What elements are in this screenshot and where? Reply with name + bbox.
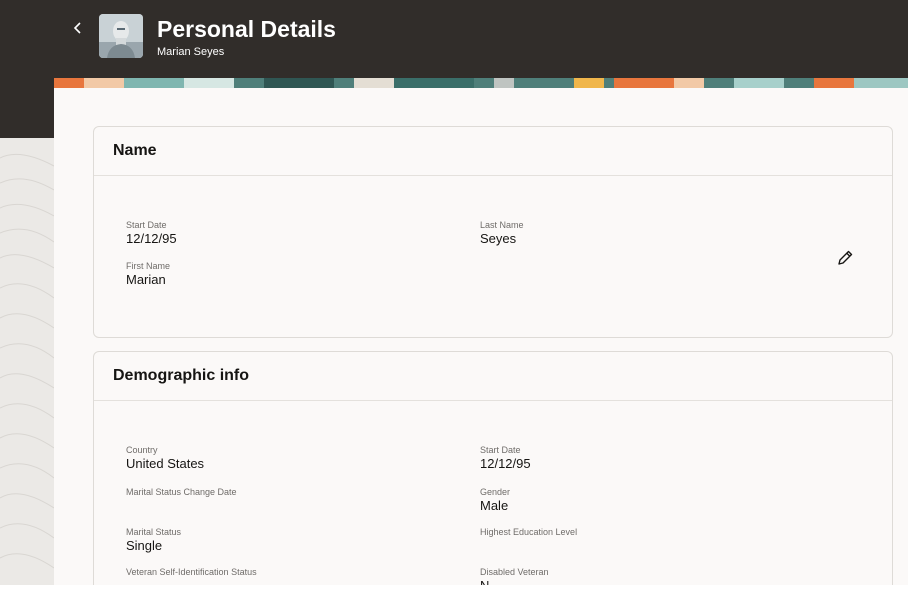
field-value: Male bbox=[480, 498, 509, 513]
field-gender: Gender Male bbox=[480, 487, 510, 514]
main-content: Name Start Date 12/12/95 Last Name Seyes… bbox=[54, 78, 908, 585]
field-label: Country bbox=[126, 445, 158, 455]
name-card: Name Start Date 12/12/95 Last Name Seyes… bbox=[93, 126, 893, 338]
page-subtitle: Marian Seyes bbox=[157, 46, 225, 58]
name-card-header: Name bbox=[94, 127, 892, 176]
field-veteran-self-identification-status: Veteran Self-Identification Status bbox=[126, 567, 257, 578]
field-last-name: Last Name Seyes bbox=[480, 220, 524, 247]
name-card-title: Name bbox=[113, 142, 157, 159]
field-first-name: First Name Marian bbox=[126, 261, 170, 288]
page-title: Personal Details bbox=[157, 16, 336, 42]
wave-pattern bbox=[0, 153, 54, 569]
field-label: Highest Education Level bbox=[480, 527, 578, 537]
field-value: 12/12/95 bbox=[480, 456, 531, 471]
chevron-left-icon bbox=[73, 22, 81, 34]
field-disabled-veteran: Disabled Veteran N bbox=[480, 567, 549, 585]
banner-strip bbox=[54, 78, 908, 88]
demographic-card-header: Demographic info bbox=[94, 352, 892, 401]
field-label: First Name bbox=[126, 261, 171, 271]
field-value: 12/12/95 bbox=[126, 231, 177, 246]
user-avatar-icon bbox=[99, 14, 143, 58]
field-value: United States bbox=[126, 456, 205, 471]
background-decoration bbox=[0, 138, 54, 585]
field-label: Disabled Veteran bbox=[480, 567, 549, 577]
field-highest-education-level: Highest Education Level bbox=[480, 527, 577, 538]
field-value: Seyes bbox=[480, 231, 517, 246]
bottom-band bbox=[0, 585, 908, 597]
edit-name-button[interactable] bbox=[833, 246, 857, 270]
field-label: Start Date bbox=[480, 445, 521, 455]
field-value: Single bbox=[126, 538, 163, 553]
field-label: Marital Status bbox=[126, 527, 182, 537]
demographic-card: Demographic info Country United States S… bbox=[93, 351, 893, 585]
field-country: Country United States bbox=[126, 445, 204, 472]
avatar bbox=[99, 14, 143, 58]
demographic-card-title: Demographic info bbox=[113, 367, 250, 384]
field-start-date: Start Date 12/12/95 bbox=[126, 220, 177, 247]
field-label: Veteran Self-Identification Status bbox=[126, 567, 257, 577]
field-demographic-start-date: Start Date 12/12/95 bbox=[480, 445, 531, 472]
pencil-icon bbox=[838, 250, 853, 265]
field-marital-status-change-date: Marital Status Change Date bbox=[126, 487, 237, 498]
field-value: Marian bbox=[126, 272, 166, 287]
field-marital-status: Marital Status Single bbox=[126, 527, 181, 554]
field-label: Start Date bbox=[126, 220, 167, 230]
back-button[interactable] bbox=[64, 14, 92, 42]
field-label: Last Name bbox=[480, 220, 524, 230]
field-value: N bbox=[480, 578, 549, 585]
field-label: Marital Status Change Date bbox=[126, 487, 237, 497]
field-label: Gender bbox=[480, 487, 511, 497]
